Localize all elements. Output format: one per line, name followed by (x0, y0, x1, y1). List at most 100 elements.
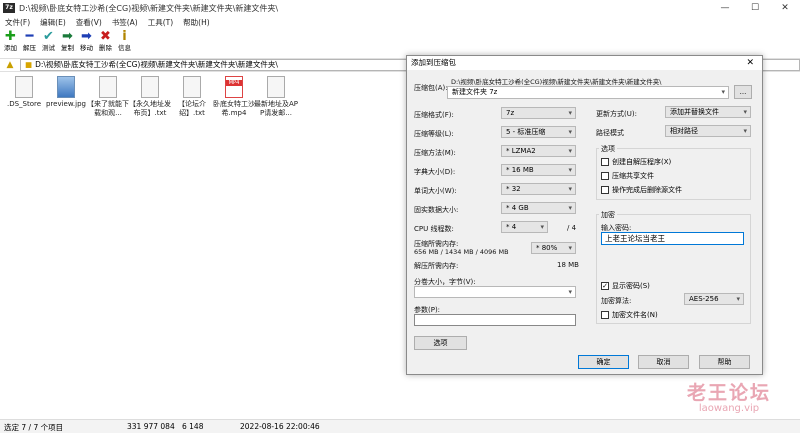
encrypt-names-checkbox[interactable]: 加密文件名(N) (601, 310, 658, 320)
file-item[interactable]: 【永久地址发布页】.txt (128, 74, 172, 118)
delete-button[interactable]: ✖ 删除 (97, 30, 114, 56)
solid-select[interactable]: * 4 GB ▾ (501, 202, 576, 214)
cancel-button[interactable]: 取消 (638, 355, 689, 369)
image-icon (57, 76, 75, 98)
file-name: 最新地址及APP请发邮... (254, 100, 299, 117)
shared-files-checkbox[interactable]: 压缩共享文件 (601, 171, 654, 181)
memory-percent-value: * 80% (536, 244, 558, 252)
menu-tools[interactable]: 工具(T) (143, 17, 178, 28)
word-label: 单词大小(W): (414, 187, 457, 195)
method-value: * LZMA2 (506, 147, 536, 155)
solid-label: 固实数据大小: (414, 206, 459, 214)
add-button[interactable]: ✚ 添加 (2, 30, 19, 56)
word-value: * 32 (506, 185, 521, 193)
chevron-down-icon: ▾ (568, 244, 572, 252)
delete-after-label: 操作完成后删除源文件 (612, 186, 682, 194)
file-item[interactable]: .DS_Store (2, 74, 46, 109)
format-select[interactable]: 7z ▾ (501, 107, 576, 119)
level-select[interactable]: 5 - 标准压缩 ▾ (501, 126, 576, 138)
minimize-button[interactable]: — (710, 0, 740, 16)
update-mode-select[interactable]: 添加并替换文件 ▾ (665, 106, 751, 118)
file-item[interactable]: 【论坛介绍】.txt (170, 74, 214, 118)
show-password-label: 显示密码(S) (612, 282, 650, 290)
encrypt-names-label: 加密文件名(N) (612, 311, 658, 319)
enc-method-value: AES-256 (689, 295, 719, 303)
path-mode-select[interactable]: 相对路径 ▾ (665, 125, 751, 137)
delete-after-checkbox[interactable]: 操作完成后删除源文件 (601, 185, 682, 195)
menu-bookmarks[interactable]: 书签(A) (107, 17, 143, 28)
show-password-checkbox[interactable]: ✓ 显示密码(S) (601, 281, 650, 291)
copy-arrow-icon: ➡ (62, 29, 73, 44)
dialog-title-bar: 添加到压缩包 ✕ (407, 56, 762, 70)
maximize-button[interactable]: ☐ (740, 0, 770, 16)
shared-files-label: 压缩共享文件 (612, 172, 654, 180)
options-group-title: 选项 (599, 144, 617, 154)
level-label: 压缩等级(L): (414, 130, 454, 138)
status-bar: 选定 7 / 7 个项目 331 977 084 6 148 2022-08-1… (0, 419, 800, 433)
checkbox-checked-icon: ✓ (601, 282, 609, 290)
extract-button[interactable]: ━ 解压 (21, 30, 38, 56)
checkbox-box (601, 186, 609, 194)
split-size-combo[interactable]: ▾ (414, 286, 576, 298)
options-button[interactable]: 选项 (414, 336, 467, 350)
folder-up-icon[interactable]: ▲ (4, 60, 16, 70)
memory-percent-select[interactable]: * 80% ▾ (531, 242, 576, 254)
format-value: 7z (506, 109, 515, 117)
dialog-close-icon[interactable]: ✕ (746, 56, 754, 70)
close-button[interactable]: ✕ (770, 0, 800, 16)
copy-label: 复制 (61, 44, 74, 52)
chevron-down-icon: ▾ (568, 147, 572, 155)
word-select[interactable]: * 32 ▾ (501, 183, 576, 195)
threads-select[interactable]: * 4 ▾ (501, 221, 548, 233)
method-label: 压缩方法(M): (414, 149, 456, 157)
chevron-down-icon: ▾ (568, 204, 572, 212)
help-button[interactable]: 帮助 (699, 355, 750, 369)
file-name: 【来了就能下载和观... (87, 100, 129, 117)
copy-button[interactable]: ➡ 复制 (59, 30, 76, 56)
app-7z-icon: 7z (3, 3, 15, 13)
chevron-down-icon: ▾ (540, 223, 544, 231)
file-item[interactable]: 【来了就能下载和观... (86, 74, 130, 118)
enc-method-select[interactable]: AES-256 ▾ (684, 293, 744, 305)
file-name: .DS_Store (6, 100, 42, 108)
create-sfx-label: 创建自解压程序(X) (612, 158, 672, 166)
window-title: D:\视频\卧底女特工沙希(全CG)视频\新建文件夹\新建文件夹\新建文件夹\ (19, 3, 279, 13)
document-icon (141, 76, 159, 98)
path-mode-value: 相对路径 (670, 127, 698, 135)
test-label: 测试 (42, 44, 55, 52)
path-mode-label: 路径模式 (596, 129, 624, 137)
menu-file[interactable]: 文件(F) (0, 17, 35, 28)
address-text: D:\视频\卧底女特工沙希(全CG)视频\新建文件夹\新建文件夹\新建文件夹\ (35, 60, 278, 69)
menu-edit[interactable]: 编辑(E) (35, 17, 71, 28)
minus-icon: ━ (25, 29, 34, 44)
browse-button[interactable]: ... (734, 85, 752, 99)
dict-select[interactable]: * 16 MB ▾ (501, 164, 576, 176)
params-input[interactable] (414, 314, 576, 326)
file-name: 【论坛介绍】.txt (178, 100, 206, 117)
title-bar: 7z D:\视频\卧底女特工沙希(全CG)视频\新建文件夹\新建文件夹\新建文件… (0, 0, 800, 16)
status-selection: 选定 7 / 7 个项目 (4, 423, 64, 432)
archive-name-value: 新建文件夹 7z (452, 88, 498, 96)
chevron-down-icon: ▾ (568, 166, 572, 174)
move-arrow-icon: ➡ (81, 29, 92, 44)
file-item[interactable]: preview.jpg (44, 74, 88, 109)
threads-label: CPU 线程数: (414, 225, 454, 233)
delete-icon: ✖ (100, 29, 111, 44)
ok-button[interactable]: 确定 (578, 355, 629, 369)
archive-name-combo[interactable]: 新建文件夹 7z ▾ (447, 86, 729, 99)
menu-view[interactable]: 查看(V) (71, 17, 107, 28)
file-name: 【永久地址发布页】.txt (129, 100, 171, 117)
password-input[interactable]: 上老王论坛当老王 (601, 232, 744, 245)
file-item[interactable]: 卧底女特工沙希.mp4 (212, 74, 256, 118)
document-icon (183, 76, 201, 98)
method-select[interactable]: * LZMA2 ▾ (501, 145, 576, 157)
file-item[interactable]: 最新地址及APP请发邮... (254, 74, 298, 118)
menu-help[interactable]: 帮助(H) (178, 17, 215, 28)
status-packed: 6 148 (182, 422, 204, 431)
info-button[interactable]: i 信息 (116, 30, 133, 56)
move-button[interactable]: ➡ 移动 (78, 30, 95, 56)
create-sfx-checkbox[interactable]: 创建自解压程序(X) (601, 157, 671, 167)
chevron-down-icon: ▾ (721, 88, 725, 96)
test-button[interactable]: ✔ 测试 (40, 30, 57, 56)
document-icon (267, 76, 285, 98)
